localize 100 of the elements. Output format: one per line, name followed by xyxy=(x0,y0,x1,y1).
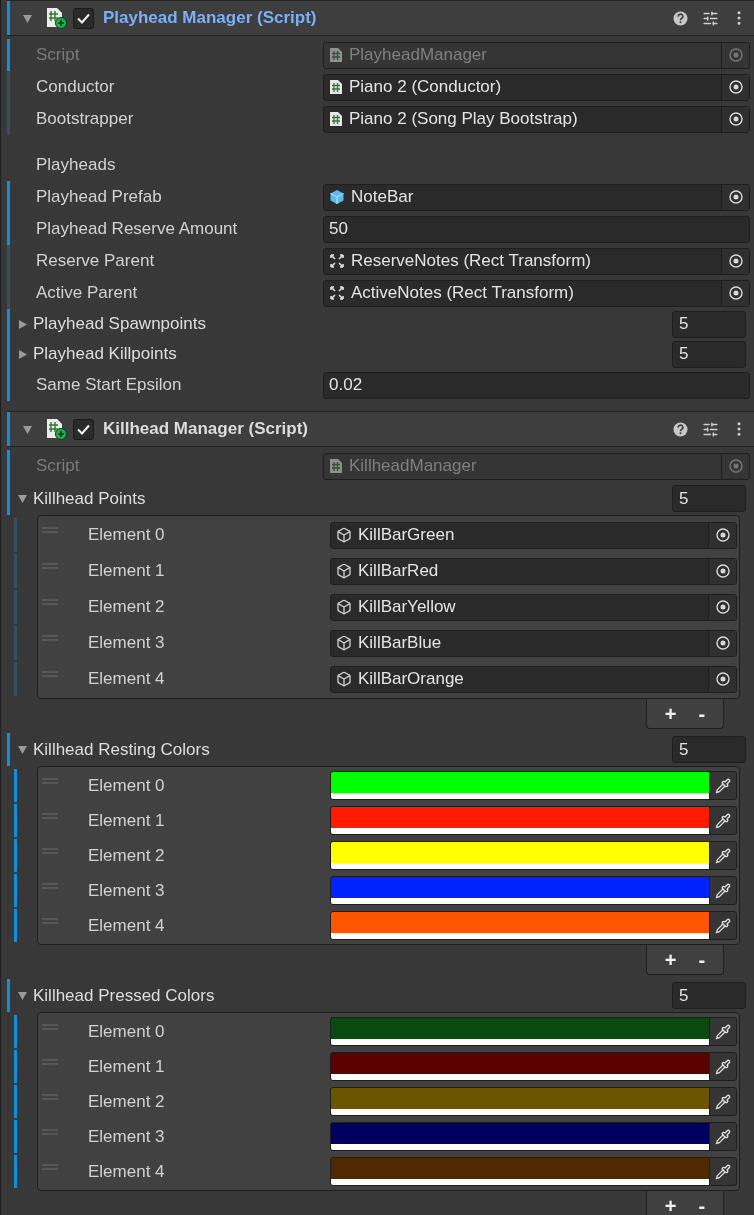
foldout-arrow-icon[interactable] xyxy=(17,348,28,360)
element-label: Element 1 xyxy=(88,1055,166,1078)
list-edit-button[interactable]: + xyxy=(658,949,683,970)
object-field[interactable]: KillBarBlue xyxy=(330,629,737,657)
color-field[interactable] xyxy=(330,1017,737,1046)
color-field[interactable] xyxy=(330,911,737,940)
eyedropper-button[interactable] xyxy=(709,877,736,904)
object-picker-button[interactable] xyxy=(721,248,749,274)
foldout-arrow-icon[interactable] xyxy=(22,12,33,24)
color-field[interactable] xyxy=(330,1157,737,1186)
eyedropper-button[interactable] xyxy=(709,1123,736,1150)
list-edit-button[interactable]: + xyxy=(658,1195,683,1215)
target-icon xyxy=(715,564,730,578)
object-picker-button[interactable] xyxy=(721,280,749,306)
script-file-icon xyxy=(329,79,343,95)
size-field[interactable]: 5 xyxy=(672,982,746,1009)
object-field[interactable]: KillBarYellow xyxy=(330,593,737,621)
cube-outline-icon xyxy=(336,599,352,615)
target-icon xyxy=(728,459,743,473)
object-picker-button[interactable] xyxy=(708,558,736,584)
list-label[interactable]: Killhead Resting Colors xyxy=(33,736,672,763)
list-label[interactable]: Killhead Pressed Colors xyxy=(33,982,672,1009)
object-picker-button[interactable] xyxy=(708,630,736,656)
target-icon xyxy=(728,112,743,126)
enable-checkbox[interactable] xyxy=(73,418,94,440)
component-title[interactable]: Playhead Manager (Script) xyxy=(103,5,673,31)
property-label: Script xyxy=(36,456,80,476)
eyedropper-button[interactable] xyxy=(709,1088,736,1115)
eyedropper-icon xyxy=(715,777,731,794)
element-label: Element 0 xyxy=(88,774,166,797)
list-edit-button[interactable]: - xyxy=(692,703,712,724)
object-field[interactable]: Piano 2 (Conductor) xyxy=(323,73,750,101)
object-field[interactable]: KillBarOrange xyxy=(330,665,737,693)
eyedropper-icon xyxy=(715,1128,731,1145)
object-field[interactable]: ReserveNotes (Rect Transform) xyxy=(323,247,750,275)
color-field[interactable] xyxy=(330,841,737,870)
size-field[interactable]: 5 xyxy=(672,736,746,763)
foldout-arrow-icon[interactable] xyxy=(17,990,28,1001)
rect-transform-icon xyxy=(329,285,345,301)
list-label[interactable]: Playhead Killpoints xyxy=(33,341,672,367)
size-field[interactable]: 5 xyxy=(672,485,746,512)
color-field[interactable] xyxy=(330,1087,737,1116)
object-picker-button[interactable] xyxy=(721,74,749,100)
list-edit-button[interactable]: + xyxy=(658,703,683,724)
eyedropper-icon xyxy=(715,1058,731,1075)
list-label[interactable]: Killhead Points xyxy=(33,485,672,512)
color-field[interactable] xyxy=(330,771,737,800)
element-label: Element 1 xyxy=(88,809,166,832)
element-label: Element 3 xyxy=(88,632,166,655)
script-file-icon xyxy=(329,47,343,63)
eyedropper-button[interactable] xyxy=(709,912,736,939)
foldout-arrow-icon[interactable] xyxy=(22,423,33,435)
presets-icon[interactable] xyxy=(702,420,719,438)
object-picker-button[interactable] xyxy=(721,106,749,132)
color-field[interactable] xyxy=(330,806,737,835)
target-icon xyxy=(728,286,743,300)
eyedropper-icon xyxy=(715,1023,731,1040)
help-icon[interactable] xyxy=(673,10,688,26)
object-field[interactable]: Piano 2 (Song Play Bootstrap) xyxy=(323,105,750,133)
checkmark-icon xyxy=(77,423,90,435)
object-field[interactable]: ActiveNotes (Rect Transform) xyxy=(323,279,750,307)
size-field[interactable]: 5 xyxy=(672,340,746,368)
object-picker-button[interactable] xyxy=(708,522,736,548)
element-label: Element 4 xyxy=(88,1160,166,1183)
list-edit-button[interactable]: - xyxy=(692,949,712,970)
foldout-arrow-icon[interactable] xyxy=(17,744,28,755)
property-label: Reserve Parent xyxy=(36,251,155,271)
object-picker-button[interactable] xyxy=(708,666,736,692)
size-field[interactable]: 5 xyxy=(672,310,746,338)
foldout-arrow-icon[interactable] xyxy=(17,493,28,504)
list-label[interactable]: Playhead Spawnpoints xyxy=(33,311,672,337)
color-field[interactable] xyxy=(330,1052,737,1081)
script-component-icon xyxy=(45,418,67,440)
object-value: KillheadManager xyxy=(349,455,477,478)
enable-checkbox[interactable] xyxy=(73,7,94,29)
eyedropper-button[interactable] xyxy=(709,807,736,834)
eyedropper-icon xyxy=(715,882,731,899)
object-picker-button[interactable] xyxy=(721,184,749,210)
list-edit-button[interactable]: - xyxy=(692,1195,712,1215)
color-field[interactable] xyxy=(330,1122,737,1151)
help-icon[interactable] xyxy=(673,421,688,437)
object-value: PlayheadManager xyxy=(349,44,487,67)
object-picker-button[interactable] xyxy=(708,594,736,620)
object-field[interactable]: NoteBar xyxy=(323,183,750,211)
property-label: Script xyxy=(36,45,80,65)
color-field[interactable] xyxy=(330,876,737,905)
presets-icon[interactable] xyxy=(702,9,719,27)
script-file-icon xyxy=(329,111,343,127)
object-field[interactable]: KillBarGreen xyxy=(330,521,737,549)
text-field[interactable]: 50 xyxy=(323,215,750,243)
text-field[interactable]: 0.02 xyxy=(323,371,750,399)
component-title[interactable]: Killhead Manager (Script) xyxy=(103,416,673,442)
eyedropper-icon xyxy=(715,917,731,934)
eyedropper-button[interactable] xyxy=(709,1158,736,1185)
eyedropper-button[interactable] xyxy=(709,772,736,799)
eyedropper-button[interactable] xyxy=(709,842,736,869)
eyedropper-button[interactable] xyxy=(709,1053,736,1080)
foldout-arrow-icon[interactable] xyxy=(17,318,28,330)
eyedropper-button[interactable] xyxy=(709,1018,736,1045)
object-field[interactable]: KillBarRed xyxy=(330,557,737,585)
